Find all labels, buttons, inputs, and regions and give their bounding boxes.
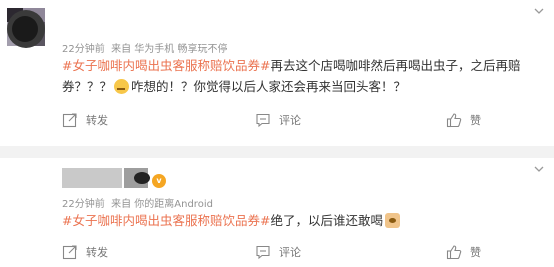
repost-button[interactable]: 转发 bbox=[62, 240, 108, 264]
like-button[interactable]: 赞 bbox=[446, 108, 481, 132]
post-meta: 22分钟前 来自 你的距离Android bbox=[62, 199, 213, 210]
post-actions: 转发 评论 赞 bbox=[0, 240, 554, 264]
username-blurred[interactable] bbox=[62, 168, 122, 188]
post-text: #女子咖啡内喝出虫客服称赔饮品券#绝了，以后谁还敢喝 bbox=[62, 210, 542, 231]
post-text: #女子咖啡内喝出虫客服称赔饮品券#再去这个店喝咖啡然后再喝出虫子，之后再赔 券？… bbox=[62, 58, 521, 94]
post-source[interactable]: 华为手机 畅享玩不停 bbox=[134, 44, 227, 55]
repost-icon bbox=[62, 245, 77, 260]
cat-emoji-icon bbox=[384, 213, 400, 228]
chevron-down-icon[interactable] bbox=[534, 164, 544, 174]
repost-button[interactable]: 转发 bbox=[62, 108, 108, 132]
vip-badge-icon: v bbox=[152, 174, 166, 188]
repost-icon bbox=[62, 113, 77, 128]
post-meta: 22分钟前 来自 华为手机 畅享玩不停 bbox=[62, 44, 228, 55]
thumbs-up-icon bbox=[446, 245, 462, 260]
post-time: 22分钟前 bbox=[62, 44, 105, 55]
avatar[interactable] bbox=[7, 10, 45, 48]
hashtag-link[interactable]: #女子咖啡内喝出虫客服称赔饮品券# bbox=[62, 58, 270, 73]
hashtag-link[interactable]: #女子咖啡内喝出虫客服称赔饮品券# bbox=[62, 213, 270, 228]
post-actions: 转发 评论 赞 bbox=[0, 108, 554, 132]
post-time: 22分钟前 bbox=[62, 199, 105, 210]
post-source[interactable]: 你的距离Android bbox=[134, 199, 213, 210]
comment-button[interactable]: 评论 bbox=[255, 240, 301, 264]
like-button[interactable]: 赞 bbox=[446, 240, 481, 264]
comment-icon bbox=[256, 245, 270, 260]
separator bbox=[0, 146, 554, 158]
smirk-emoji-icon bbox=[114, 79, 130, 94]
comment-icon bbox=[256, 113, 270, 128]
thumbs-up-icon bbox=[446, 113, 462, 128]
chevron-down-icon[interactable] bbox=[534, 6, 544, 16]
username-blurred bbox=[134, 172, 150, 184]
comment-button[interactable]: 评论 bbox=[255, 108, 301, 132]
